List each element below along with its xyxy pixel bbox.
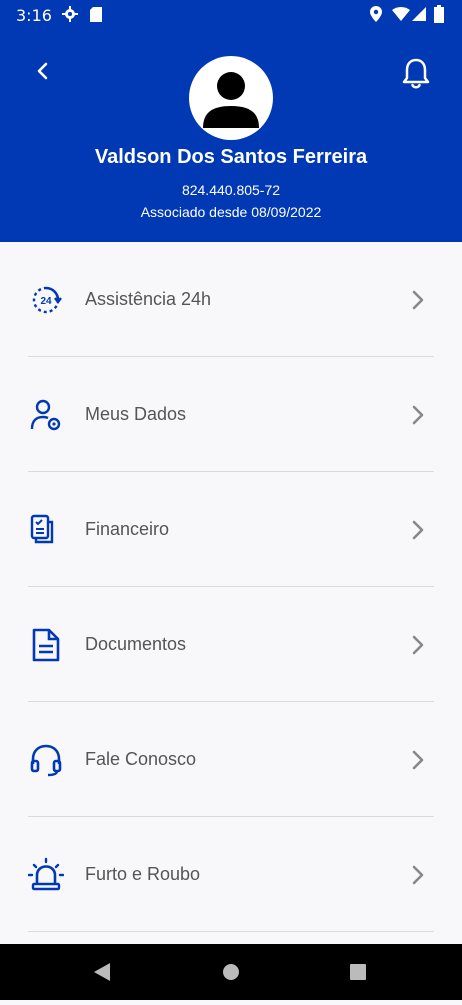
nav-home-icon (223, 964, 239, 980)
user-settings-icon (30, 399, 61, 431)
nav-recents-button[interactable] (328, 944, 388, 1000)
chevron-right-icon (412, 405, 424, 425)
nav-back-button[interactable] (72, 944, 132, 1000)
member-since: Associado desde 08/09/2022 (140, 204, 322, 220)
menu-label-meus-dados: Meus Dados (85, 404, 187, 424)
menu-label-assistencia: Assistência 24h (85, 289, 212, 309)
chevron-right-icon (412, 520, 424, 540)
profile-cpf: 824.440.805-72 (181, 182, 281, 198)
menu-item-financeiro[interactable]: Financeiro (0, 472, 462, 587)
menu-item-documentos[interactable]: Documentos (0, 587, 462, 702)
chevron-right-icon (412, 865, 424, 885)
notification-bell-icon[interactable] (400, 56, 432, 92)
nav-back-icon (94, 963, 110, 981)
chevron-right-icon (412, 635, 424, 655)
user-avatar-icon (203, 72, 259, 128)
menu-label-furto-roubo: Furto e Roubo (85, 864, 201, 884)
location-icon (370, 6, 382, 22)
chevron-right-icon (412, 750, 424, 770)
menu-item-assistencia[interactable]: 24 Assistência 24h (0, 242, 462, 357)
profile-header: Valdson Dos Santos Ferreira 824.440.805-… (0, 30, 462, 242)
chevron-right-icon (412, 290, 424, 310)
menu-list: 24 Assistência 24h Meus Dados Financeiro (0, 242, 462, 932)
profile-name: Valdson Dos Santos Ferreira (94, 146, 368, 168)
system-nav-bar (0, 944, 462, 1000)
settings-icon (62, 6, 78, 22)
nav-recents-icon (350, 964, 366, 980)
signal-icon (412, 7, 426, 21)
avatar[interactable] (189, 56, 273, 140)
receipt-icon (30, 514, 54, 544)
clock-24h-text: 24 (40, 296, 52, 307)
nav-home-button[interactable] (201, 944, 261, 1000)
document-icon (32, 628, 60, 662)
menu-label-financeiro: Financeiro (85, 519, 170, 539)
sd-card-icon (90, 7, 102, 22)
menu-label-fale-conosco: Fale Conosco (85, 749, 197, 769)
menu-item-meus-dados[interactable]: Meus Dados (0, 357, 462, 472)
menu-item-fale-conosco[interactable]: Fale Conosco (0, 702, 462, 817)
clock-24h-icon: 24 (32, 286, 62, 314)
alarm-light-icon (28, 857, 64, 891)
status-bar: 3:16 (0, 0, 462, 30)
battery-icon (434, 5, 444, 23)
headset-icon (30, 744, 62, 777)
status-time: 3:16 (16, 6, 52, 25)
menu-label-documentos: Documentos (85, 634, 187, 654)
divider (28, 931, 434, 932)
wifi-icon (392, 7, 410, 21)
back-arrow-icon[interactable] (30, 58, 56, 84)
menu-item-furto-roubo[interactable]: Furto e Roubo (0, 817, 462, 932)
